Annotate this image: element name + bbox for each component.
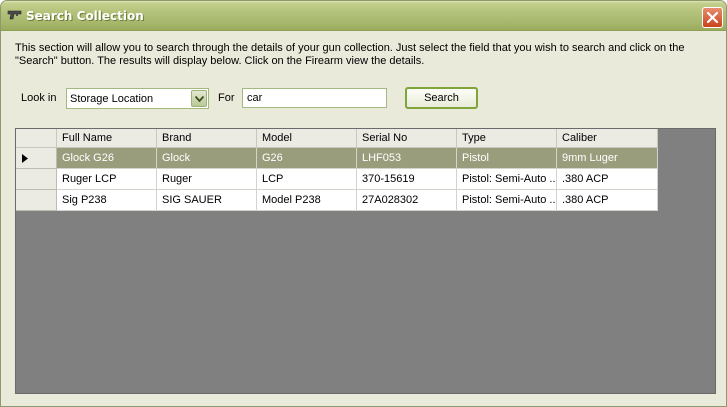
column-header-serial-no[interactable]: Serial No bbox=[357, 129, 457, 148]
cell-serial-no[interactable]: 370-15619 bbox=[357, 169, 457, 190]
cell-caliber[interactable]: .380 ACP bbox=[557, 190, 658, 211]
cell-serial-no[interactable]: 27A028302 bbox=[357, 190, 457, 211]
cell-caliber[interactable]: .380 ACP bbox=[557, 169, 658, 190]
row-header[interactable] bbox=[16, 148, 57, 169]
cell-caliber[interactable]: 9mm Luger bbox=[557, 148, 658, 169]
table-row[interactable]: Ruger LCP Ruger LCP 370-15619 Pistol: Se… bbox=[16, 169, 658, 190]
cell-full-name[interactable]: Glock G26 bbox=[57, 148, 157, 169]
look-in-value: Storage Location bbox=[70, 93, 154, 105]
cell-type[interactable]: Pistol: Semi-Auto ... bbox=[457, 190, 557, 211]
column-header-type[interactable]: Type bbox=[457, 129, 557, 148]
chevron-down-icon bbox=[195, 96, 204, 102]
table-row[interactable]: Glock G26 Glock G26 LHF053 Pistol 9mm Lu… bbox=[16, 148, 658, 169]
title-bar[interactable]: Search Collection bbox=[1, 1, 726, 31]
row-header[interactable] bbox=[16, 190, 57, 211]
search-collection-window: Search Collection This section will allo… bbox=[0, 0, 727, 407]
cell-brand[interactable]: Ruger bbox=[157, 169, 257, 190]
column-header-full-name[interactable]: Full Name bbox=[57, 129, 157, 148]
for-label: For bbox=[218, 92, 235, 104]
current-row-arrow-icon bbox=[22, 154, 28, 163]
cell-model[interactable]: LCP bbox=[257, 169, 357, 190]
instructions-text: This section will allow you to search th… bbox=[15, 42, 685, 67]
cell-brand[interactable]: SIG SAUER bbox=[157, 190, 257, 211]
row-header[interactable] bbox=[16, 169, 57, 190]
gun-icon bbox=[7, 9, 23, 21]
window-title: Search Collection bbox=[26, 9, 144, 23]
column-header-model[interactable]: Model bbox=[257, 129, 357, 148]
cell-type[interactable]: Pistol bbox=[457, 148, 557, 169]
cell-type[interactable]: Pistol: Semi-Auto ... bbox=[457, 169, 557, 190]
close-button[interactable] bbox=[702, 7, 723, 28]
search-input[interactable] bbox=[242, 88, 387, 108]
close-icon bbox=[707, 12, 718, 23]
column-header-brand[interactable]: Brand bbox=[157, 129, 257, 148]
search-button[interactable]: Search bbox=[405, 87, 478, 109]
cell-full-name[interactable]: Ruger LCP bbox=[57, 169, 157, 190]
cell-model[interactable]: G26 bbox=[257, 148, 357, 169]
look-in-label: Look in bbox=[21, 92, 57, 104]
table-row[interactable]: Sig P238 SIG SAUER Model P238 27A028302 … bbox=[16, 190, 658, 211]
results-grid[interactable]: Full Name Brand Model Serial No Type Cal… bbox=[15, 128, 716, 394]
cell-model[interactable]: Model P238 bbox=[257, 190, 357, 211]
cell-full-name[interactable]: Sig P238 bbox=[57, 190, 157, 211]
cell-brand[interactable]: Glock bbox=[157, 148, 257, 169]
header-corner bbox=[16, 129, 57, 148]
grid-header: Full Name Brand Model Serial No Type Cal… bbox=[16, 129, 658, 148]
column-header-caliber[interactable]: Caliber bbox=[557, 129, 658, 148]
cell-serial-no[interactable]: LHF053 bbox=[357, 148, 457, 169]
dropdown-arrow-button[interactable] bbox=[191, 90, 207, 107]
look-in-dropdown[interactable]: Storage Location bbox=[66, 88, 209, 109]
